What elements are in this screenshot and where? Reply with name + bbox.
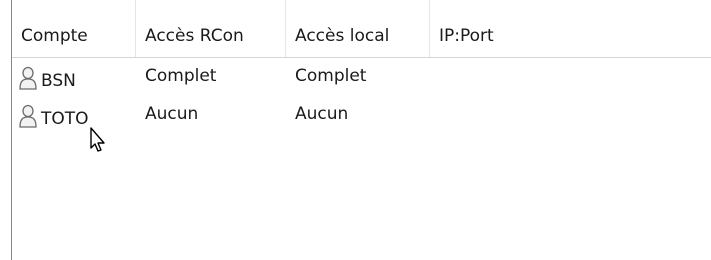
account-name: TOTO (41, 109, 89, 129)
user-icon (19, 66, 37, 90)
rcon-access-cell: Aucun (145, 104, 199, 124)
column-header-account[interactable]: Compte (12, 0, 136, 57)
account-cell: TOTO (18, 104, 89, 129)
local-access-cell: Aucun (295, 104, 349, 124)
user-icon (19, 104, 37, 128)
column-header-local-access[interactable]: Accès local (286, 0, 430, 57)
list-item[interactable]: TOTO Aucun Aucun (12, 104, 711, 134)
accounts-list-view[interactable]: Compte Accès RCon Accès local IP:Port BS… (11, 0, 711, 260)
account-name: BSN (41, 71, 76, 91)
account-cell: BSN (18, 66, 76, 91)
column-header-ip-port[interactable]: IP:Port (430, 0, 711, 57)
list-item[interactable]: BSN Complet Complet (12, 66, 711, 96)
column-header-rcon-access[interactable]: Accès RCon (136, 0, 286, 57)
rcon-access-cell: Complet (145, 66, 217, 86)
local-access-cell: Complet (295, 66, 367, 86)
list-header: Compte Accès RCon Accès local IP:Port (12, 0, 711, 58)
